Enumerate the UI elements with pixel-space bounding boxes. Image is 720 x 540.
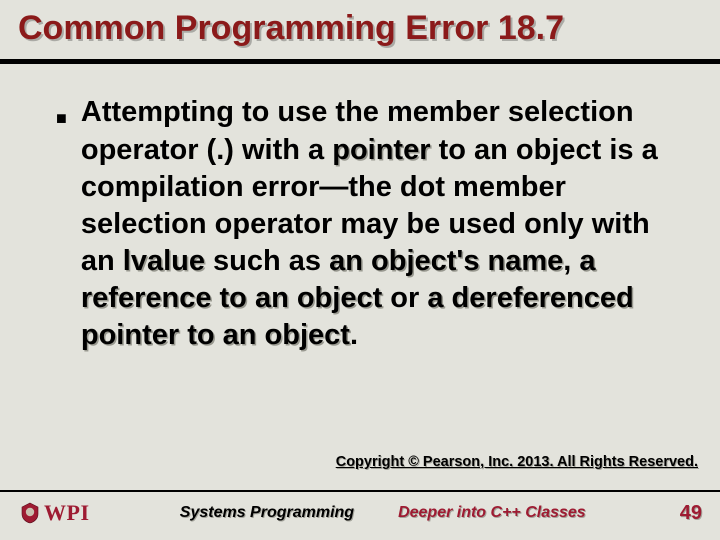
copyright-notice: Copyright © Pearson, Inc. 2013. All Righ… <box>336 454 698 470</box>
slide-body: ■ Attempting to use the member selection… <box>0 64 720 354</box>
wpi-logo-text: WPI <box>44 500 90 526</box>
slide-title: Common Programming Error 18.7 <box>18 10 702 47</box>
text-seg: or <box>382 282 427 314</box>
bullet-icon: ■ <box>56 98 67 138</box>
footer: WPI Systems Programming Deeper into C++ … <box>0 490 720 526</box>
title-bar: Common Programming Error 18.7 <box>0 0 720 59</box>
keyword-pointer: pointer <box>332 134 430 166</box>
wpi-seal-icon <box>18 501 42 525</box>
footer-course: Systems Programming <box>180 504 354 522</box>
footer-center: Systems Programming Deeper into C++ Clas… <box>118 504 649 522</box>
page-number: 49 <box>668 502 702 525</box>
text-seg: ) with a <box>224 134 332 166</box>
text-seg: . <box>350 319 358 351</box>
keyword-lvalue: lvalue <box>123 245 205 277</box>
wpi-logo: WPI <box>18 500 90 526</box>
text-seg: such as <box>205 245 329 277</box>
keyword-object-name: an object's name <box>329 245 563 277</box>
bullet-item: ■ Attempting to use the member selection… <box>56 94 664 354</box>
text-seg: , <box>563 245 579 277</box>
body-text: Attempting to use the member selection o… <box>81 94 664 354</box>
footer-topic: Deeper into C++ Classes <box>398 504 586 522</box>
